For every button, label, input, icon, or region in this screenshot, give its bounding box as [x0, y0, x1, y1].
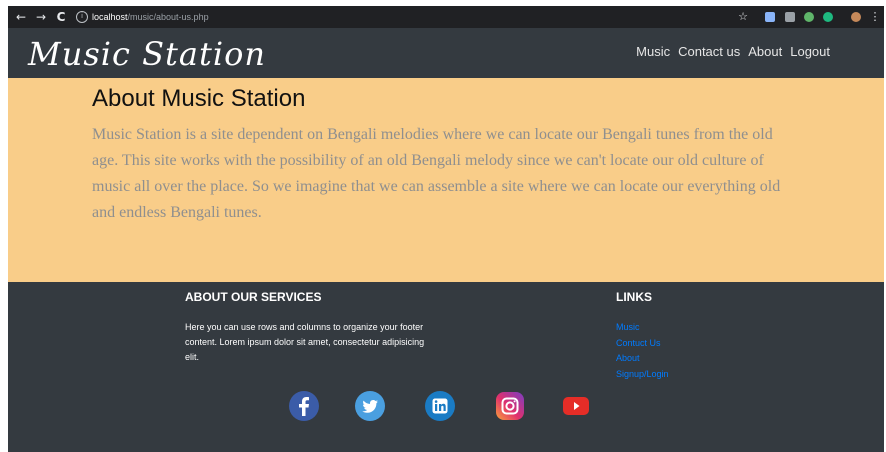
- nav-link-music[interactable]: Music: [636, 44, 670, 60]
- browser-toolbar: ← → C i localhost/music/about-us.php ☆ ⋮: [8, 6, 884, 28]
- about-section: About Music Station Music Station is a s…: [8, 78, 884, 282]
- facebook-icon[interactable]: [288, 390, 320, 422]
- arrow-left-icon[interactable]: ←: [14, 9, 28, 25]
- services-heading: ABOUT OUR SERVICES: [185, 290, 322, 304]
- profile-avatar-icon[interactable]: [851, 12, 861, 22]
- services-text: Here you can use rows and columns to org…: [185, 322, 425, 362]
- social-icons: [288, 390, 598, 422]
- footer-link-music[interactable]: Music: [616, 320, 669, 336]
- extension-icon[interactable]: [785, 12, 795, 22]
- links-heading: LINKS: [616, 290, 652, 304]
- nav-link-about[interactable]: About: [748, 44, 782, 60]
- page-title: About Music Station: [92, 85, 306, 112]
- extension-icon[interactable]: [804, 12, 814, 22]
- footer: ABOUT OUR SERVICES Here you can use rows…: [8, 282, 884, 452]
- footer-link-about[interactable]: About: [616, 351, 669, 367]
- nav-link-contact[interactable]: Contact us: [678, 44, 740, 60]
- footer-links: Music Contuct Us About Signup/Login: [616, 320, 669, 382]
- brand-logo[interactable]: Music Station: [28, 36, 266, 72]
- extension-icon[interactable]: [823, 12, 833, 22]
- instagram-icon[interactable]: [494, 390, 526, 422]
- extension-icon[interactable]: [765, 12, 775, 22]
- about-description: Music Station is a site dependent on Ben…: [92, 126, 781, 221]
- navbar: Music Station Music Contact us About Log…: [8, 28, 884, 78]
- youtube-icon[interactable]: [560, 390, 592, 422]
- address-bar[interactable]: localhost/music/about-us.php: [92, 10, 209, 24]
- reload-icon[interactable]: C: [54, 9, 68, 25]
- linkedin-icon[interactable]: [424, 390, 456, 422]
- footer-link-signup[interactable]: Signup/Login: [616, 367, 669, 383]
- arrow-right-icon[interactable]: →: [34, 9, 48, 25]
- info-icon[interactable]: i: [76, 11, 88, 23]
- nav-menu: Music Contact us About Logout: [636, 44, 830, 60]
- footer-link-contact[interactable]: Contuct Us: [616, 336, 669, 352]
- url-path: /music/about-us.php: [127, 12, 209, 22]
- nav-link-logout[interactable]: Logout: [790, 44, 830, 60]
- star-icon[interactable]: ☆: [736, 9, 750, 25]
- menu-dots-icon[interactable]: ⋮: [868, 9, 882, 25]
- twitter-icon[interactable]: [354, 390, 386, 422]
- url-host: localhost: [92, 12, 128, 22]
